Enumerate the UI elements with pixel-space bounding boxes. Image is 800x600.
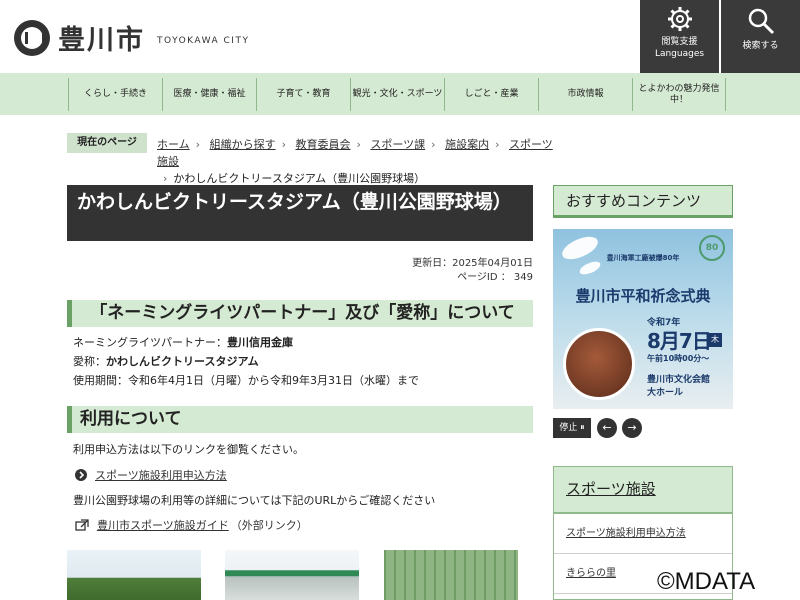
languages-label: Languages (654, 49, 705, 59)
naming-rights-heading: 「ネーミングライツパートナー」及び「愛称」について (67, 300, 533, 327)
updated-date: 更新日：2025年04月01日 (412, 258, 533, 269)
slideshow-prev-button[interactable]: ← (597, 418, 617, 438)
page-title: かわしんビクトリースタジアム（豊川公園野球場） (67, 185, 533, 241)
nav-item-city-info[interactable]: 市政情報 (538, 78, 632, 111)
link-row: 豊川市スポーツ施設ガイド （外部リンク） (75, 517, 308, 533)
sports-facilities-heading: スポーツ施設 (554, 467, 732, 514)
sports-facilities-heading-link[interactable]: スポーツ施設 (566, 480, 656, 498)
accessibility-button[interactable]: 閲覧支援 Languages (640, 0, 719, 73)
sports-facility-guide-link[interactable]: 豊川市スポーツ施設ガイド (97, 517, 229, 533)
gear-icon (667, 7, 692, 31)
breadcrumb-separator: › (281, 138, 286, 151)
banner-time: 午前10時00分～ (647, 354, 710, 363)
nav-item-tourism[interactable]: 観光・文化・スポーツ (350, 78, 444, 111)
banner-photo (563, 328, 635, 400)
usage-detail: 豊川公園野球場の利用等の詳細については下記のURLからご確認ください (73, 494, 436, 507)
breadcrumb-home[interactable]: ホーム (157, 138, 190, 151)
usage-intro: 利用申込方法は以下のリンクを御覧ください。 (73, 443, 304, 456)
banner-title: 豊川市平和祈念式典 (575, 287, 711, 305)
external-link-note: （外部リンク） (230, 519, 308, 532)
partner-value: 豊川信用金庫 (227, 336, 293, 349)
page-id: ページID ： 349 (457, 272, 533, 283)
breadcrumb-separator: › (495, 138, 500, 151)
stadium-photo (384, 550, 518, 600)
city-emblem-icon (14, 19, 50, 56)
banner-subtitle: 豊川海軍工廠被爆80年 (606, 254, 680, 262)
sports-facility-application-link[interactable]: スポーツ施設利用申込方法 (95, 467, 227, 483)
arrow-circle-icon (75, 469, 87, 481)
breadcrumb-board-of-education[interactable]: 教育委員会 (295, 138, 350, 151)
site-header: 豊川市 TOYOKAWA CITY 閲覧支援 Languages 検索する (0, 0, 800, 73)
link-row: スポーツ施設利用申込方法 (75, 467, 227, 483)
accessibility-label: 閲覧支援 (661, 37, 698, 47)
nickname-value: かわしんビクトリースタジアム (106, 355, 259, 368)
stadium-photo (67, 550, 201, 600)
banner-venue-name: 豊川市文化会館 (647, 375, 711, 385)
banner-weekday: 木 (708, 333, 722, 347)
partner-label: ネーミングライツパートナー： (73, 336, 227, 349)
stadium-photo (225, 550, 359, 600)
slideshow-stop-button[interactable]: 停止 ⏸ (553, 418, 591, 438)
usage-heading: 利用について (67, 406, 533, 433)
breadcrumb-current: かわしんビクトリースタジアム（豊川公園野球場） (173, 172, 426, 185)
breadcrumb-organization[interactable]: 組織から探す (210, 138, 276, 151)
external-link-icon (75, 519, 89, 531)
nav-item-childcare[interactable]: 子育て・教育 (256, 78, 350, 111)
breadcrumb-facility-guide[interactable]: 施設案内 (445, 138, 489, 151)
sidebar-link-application[interactable]: スポーツ施設利用申込方法 (554, 514, 732, 554)
banner-venue: 豊川市文化会館 大ホール (647, 374, 710, 400)
nav-item-work[interactable]: しごと・産業 (444, 78, 538, 111)
breadcrumb-separator: › (431, 138, 436, 151)
nav-item-living[interactable]: くらし・手続き (68, 78, 162, 111)
global-nav: くらし・手続き 医療・健康・福祉 子育て・教育 観光・文化・スポーツ しごと・産… (0, 73, 800, 115)
search-button[interactable]: 検索する (721, 0, 800, 73)
search-label: 検索する (742, 41, 779, 51)
search-icon (748, 8, 774, 35)
breadcrumb-separator: › (195, 138, 201, 151)
logo-english: TOYOKAWA CITY (157, 35, 250, 46)
naming-rights-body: ネーミングライツパートナー：豊川信用金庫 愛称：かわしんビクトリースタジアム 使… (73, 333, 419, 390)
breadcrumb-separator: › (163, 172, 168, 185)
nav-item-attractions[interactable]: とよかわの魅力発信中！ (632, 78, 726, 111)
banner-venue-hall: 大ホール (647, 388, 684, 398)
breadcrumb-sports-division[interactable]: スポーツ課 (370, 138, 425, 151)
banner-date: 8月7日 (647, 329, 712, 353)
logo-text: 豊川市 (58, 25, 145, 56)
slideshow-next-button[interactable]: → (622, 418, 642, 438)
nav-item-health[interactable]: 医療・健康・福祉 (162, 78, 256, 111)
copyright-watermark: ©MDATA (657, 568, 756, 595)
breadcrumb-separator: › (356, 138, 361, 151)
breadcrumb-label: 現在のページ (67, 133, 147, 153)
nickname-label: 愛称： (73, 355, 106, 368)
recommended-heading: おすすめコンテンツ (553, 185, 733, 218)
site-logo[interactable]: 豊川市 TOYOKAWA CITY (14, 18, 249, 57)
page-meta: 更新日：2025年04月01日 ページID ： 349 (412, 257, 533, 285)
usage-period: 使用期間：令和6年4月1日（月曜）から令和9年3月31日（水曜）まで (73, 374, 419, 387)
peace-ceremony-banner[interactable]: 80 豊川海軍工廠被爆80年 豊川市平和祈念式典 令和7年 8月7日 木 午前1… (553, 229, 733, 409)
